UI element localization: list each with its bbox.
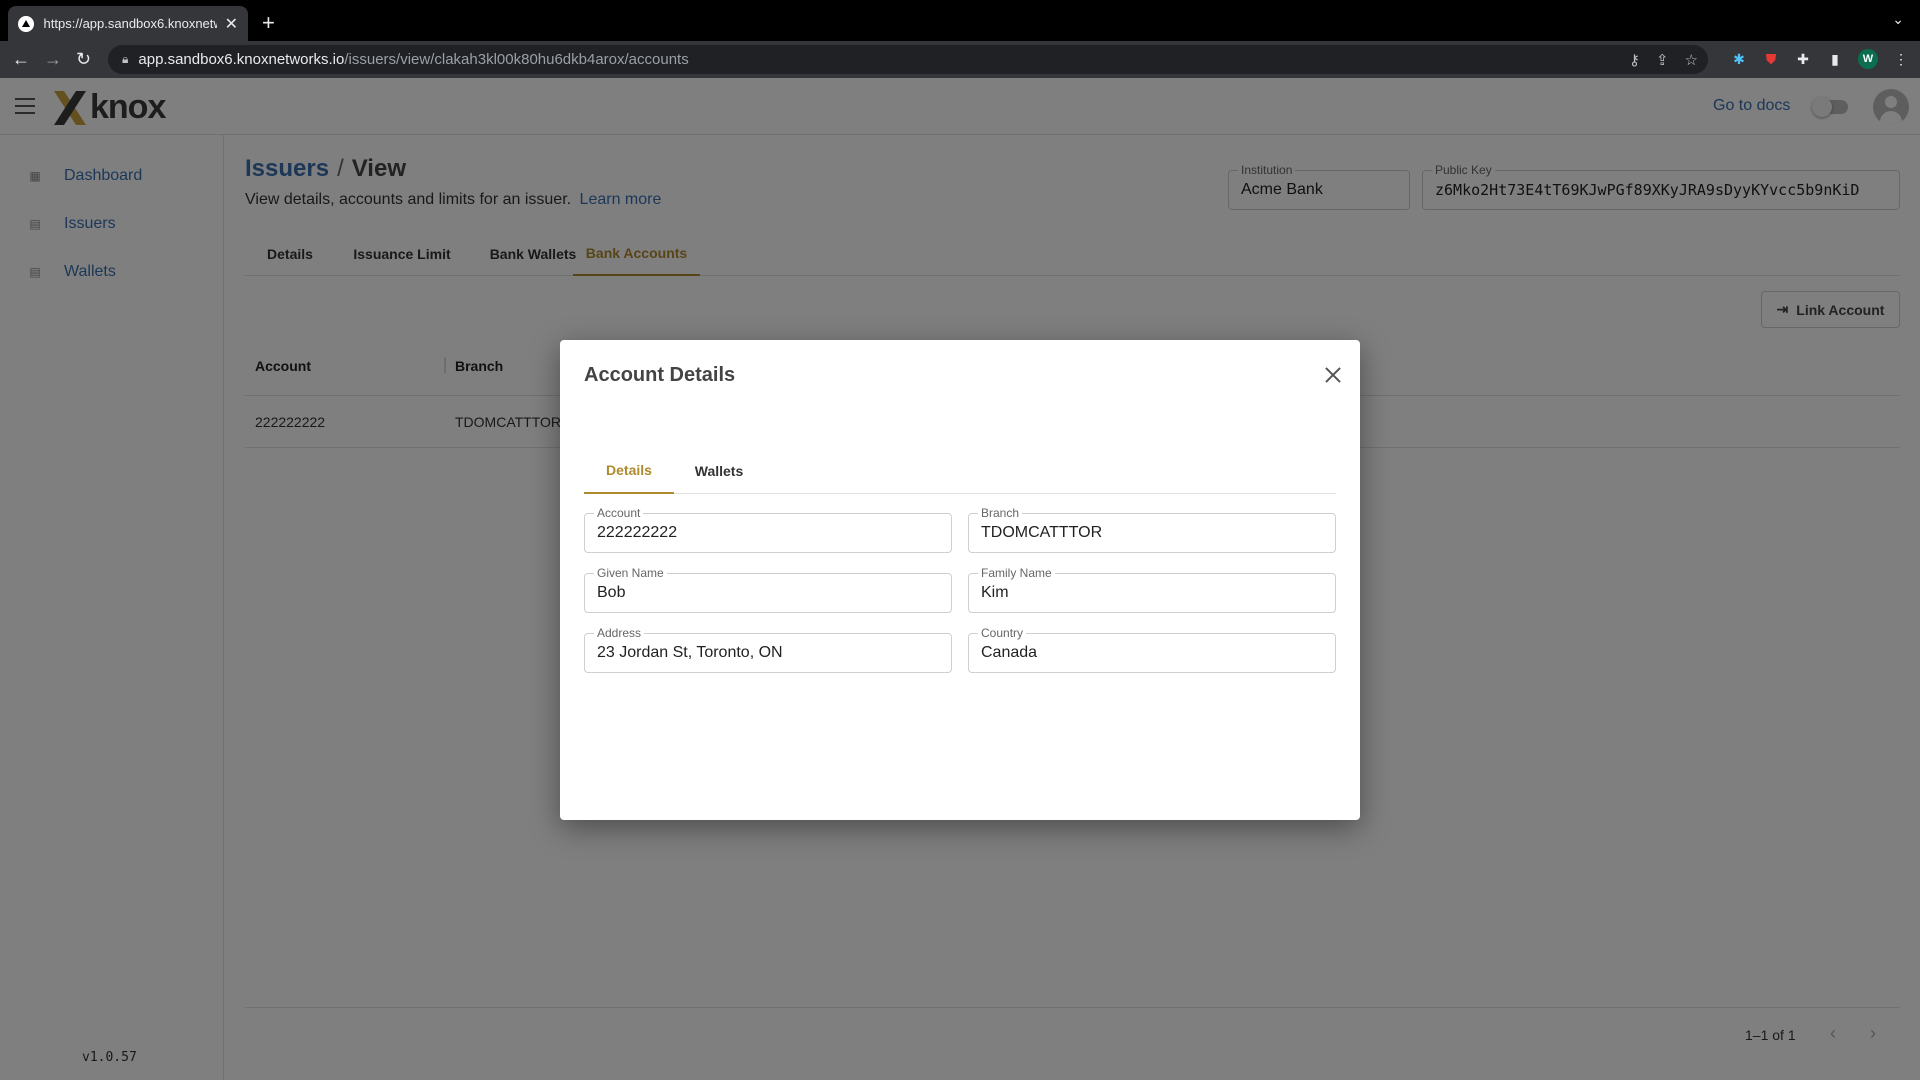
forward-arrow-icon[interactable]: →: [44, 49, 62, 70]
address-field[interactable]: Address 23 Jordan St, Toronto, ON: [584, 626, 952, 673]
field-value: Kim: [981, 584, 1009, 601]
close-tab-icon[interactable]: ✕: [225, 14, 238, 34]
new-tab-icon[interactable]: +: [262, 10, 275, 36]
url-path: /issuers/view/clakah3kl00k80hu6dkb4arox/…: [344, 51, 689, 68]
field-value: Bob: [597, 584, 626, 601]
url-host: app.sandbox6.knoxnetworks.io: [138, 51, 345, 68]
tab-search-chevron-icon[interactable]: ⌄: [1892, 11, 1904, 28]
branch-field[interactable]: Branch TDOMCATTTOR: [968, 506, 1336, 553]
browser-toolbar: ← → ↻ 🔒︎ app.sandbox6.knoxnetworks.io /i…: [0, 41, 1920, 78]
field-label: Country: [978, 626, 1027, 640]
dialog-tab-details[interactable]: Details: [584, 448, 674, 494]
extension-snowflake-icon[interactable]: ✱: [1730, 50, 1748, 68]
key-icon[interactable]: ⚷: [1629, 51, 1640, 69]
country-field[interactable]: Country Canada: [968, 626, 1336, 673]
account-details-dialog: Account Details Details Wallets Account …: [560, 340, 1360, 820]
family-name-field[interactable]: Family Name Kim: [968, 566, 1336, 613]
browser-tab[interactable]: https://app.sandbox6.knoxnetworks.io ✕: [8, 6, 248, 41]
lock-icon: 🔒︎: [122, 52, 129, 66]
field-label: Family Name: [978, 566, 1055, 580]
side-panel-icon[interactable]: ▮: [1826, 50, 1844, 68]
reload-icon[interactable]: ↻: [76, 49, 91, 70]
field-label: Branch: [978, 506, 1023, 520]
dialog-tab-wallets[interactable]: Wallets: [674, 448, 764, 494]
browser-tab-strip: https://app.sandbox6.knoxnetworks.io ✕ +…: [0, 0, 1920, 41]
bookmark-star-icon[interactable]: ☆: [1685, 51, 1698, 69]
extensions-puzzle-icon[interactable]: ✚: [1794, 50, 1812, 68]
field-value: 222222222: [597, 524, 678, 541]
field-label: Given Name: [594, 566, 667, 580]
field-value: TDOMCATTTOR: [981, 524, 1103, 541]
field-label: Account: [594, 506, 644, 520]
extension-shield-icon[interactable]: ⛊: [1762, 50, 1780, 68]
address-bar[interactable]: 🔒︎ app.sandbox6.knoxnetworks.io /issuers…: [108, 45, 1708, 74]
given-name-field[interactable]: Given Name Bob: [584, 566, 952, 613]
account-field[interactable]: Account 222222222: [584, 506, 952, 553]
field-value: Canada: [981, 644, 1038, 661]
app: knox Go to docs ▦ Dashboard ▤ Issuers ▤ …: [0, 78, 1920, 1080]
favicon-icon: [18, 15, 34, 32]
field-label: Address: [594, 626, 645, 640]
dialog-tabs: Details Wallets: [584, 448, 1336, 494]
share-icon[interactable]: ⇪: [1656, 51, 1669, 69]
field-value: 23 Jordan St, Toronto, ON: [597, 644, 783, 661]
browser-tab-title: https://app.sandbox6.knoxnetworks.io: [43, 16, 217, 31]
back-arrow-icon[interactable]: ←: [12, 49, 30, 70]
profile-avatar[interactable]: W: [1858, 49, 1878, 69]
browser-menu-icon[interactable]: ⋮: [1892, 50, 1910, 68]
dialog-title: Account Details: [584, 364, 736, 386]
close-icon[interactable]: [1322, 364, 1344, 386]
